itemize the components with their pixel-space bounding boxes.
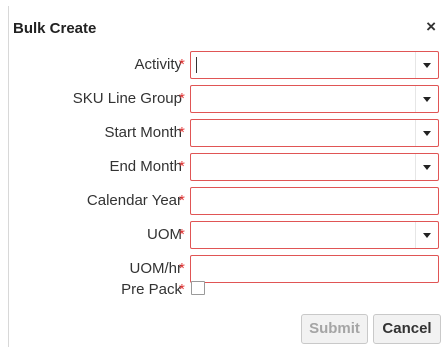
chevron-down-icon [423,165,431,170]
end-month-select[interactable] [190,153,439,181]
form-row-calendar-year: Calendar Year * [9,187,444,215]
form-row-start-month: Start Month * [9,119,444,147]
close-icon[interactable]: × [426,18,436,36]
form-row-sku-line-group: SKU Line Group * [9,85,444,113]
required-marker: * [179,226,185,243]
activity-label: Activity [134,56,182,73]
submit-button[interactable]: Submit [301,314,368,344]
pre-pack-checkbox[interactable] [191,281,205,295]
uom-label: UOM [147,226,182,243]
bulk-create-dialog: Bulk Create × Activity * SKU Line Group … [8,6,444,347]
chevron-down-icon [423,131,431,136]
calendar-year-input[interactable] [190,187,439,215]
start-month-dropdown-button[interactable] [415,120,438,146]
required-marker: * [179,56,185,73]
dialog-titlebar: Bulk Create × [9,6,444,40]
activity-dropdown-button[interactable] [415,52,438,78]
cancel-button[interactable]: Cancel [373,314,441,344]
start-month-select[interactable] [190,119,439,147]
uom-dropdown-button[interactable] [415,222,438,248]
uom-select[interactable] [190,221,439,249]
required-marker: * [179,158,185,175]
chevron-down-icon [423,63,431,68]
activity-select[interactable] [190,51,439,79]
sku-line-group-select[interactable] [190,85,439,113]
end-month-dropdown-button[interactable] [415,154,438,180]
required-marker: * [179,281,185,298]
form-row-end-month: End Month * [9,153,444,181]
required-marker: * [179,90,185,107]
chevron-down-icon [423,233,431,238]
form-row-pre-pack: Pre Pack * [9,276,444,300]
chevron-down-icon [423,97,431,102]
calendar-year-label: Calendar Year [86,192,182,209]
sku-line-group-label: SKU Line Group [72,90,182,107]
required-marker: * [179,124,185,141]
sku-line-group-dropdown-button[interactable] [415,86,438,112]
text-cursor [196,57,197,73]
form-row-uom: UOM * [9,221,444,249]
pre-pack-label: Pre Pack [121,281,182,298]
form-row-activity: Activity * [9,51,444,79]
start-month-label: Start Month [104,124,182,141]
dialog-title: Bulk Create [13,20,97,37]
end-month-label: End Month [109,158,182,175]
required-marker: * [179,192,185,209]
